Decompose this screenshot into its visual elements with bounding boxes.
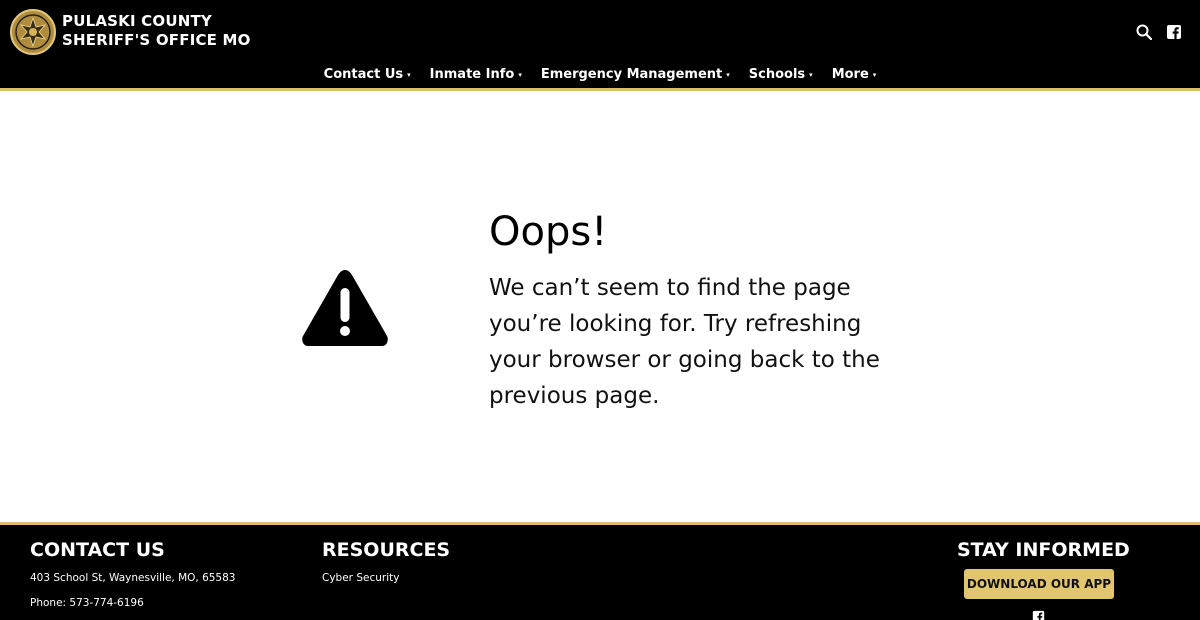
nav-item-schools[interactable]: Schools ▾ <box>749 64 813 86</box>
facebook-icon[interactable] <box>1166 24 1182 40</box>
contact-heading: CONTACT US <box>30 539 165 561</box>
contact-address: 403 School St, Waynesville, MO, 65583 <box>30 572 236 584</box>
stay-informed-heading: STAY INFORMED <box>957 539 1130 561</box>
main-navigation: Contact Us ▾ Inmate Info ▾ Emergency Man… <box>0 64 1200 86</box>
site-title-line2: SHERIFF'S OFFICE MO <box>62 31 251 49</box>
error-message: We can’t seem to find the page you’re lo… <box>489 275 880 409</box>
nav-item-more[interactable]: More ▾ <box>832 64 877 86</box>
nav-item-contact-us[interactable]: Contact Us ▾ <box>324 64 411 86</box>
site-title[interactable]: PULASKI COUNTY SHERIFF'S OFFICE MO <box>62 12 251 50</box>
nav-item-label: Emergency Management <box>540 67 723 82</box>
site-header: PULASKI COUNTY SHERIFF'S OFFICE MO Conta… <box>0 0 1200 88</box>
chevron-down-icon: ▾ <box>518 71 522 79</box>
sheriff-star-icon <box>15 14 51 50</box>
nav-item-inmate-info[interactable]: Inmate Info ▾ <box>430 64 522 86</box>
chevron-down-icon: ▾ <box>407 71 411 79</box>
nav-item-label: Inmate Info <box>429 67 515 82</box>
warning-triangle-icon <box>302 270 388 346</box>
site-footer: CONTACT US 403 School St, Waynesville, M… <box>0 525 1200 620</box>
download-app-button[interactable]: DOWNLOAD OUR APP <box>964 569 1114 599</box>
chevron-down-icon: ▾ <box>809 71 813 79</box>
page-title: Oops! <box>489 209 608 255</box>
site-title-line1: PULASKI COUNTY <box>62 12 212 30</box>
nav-item-label: Contact Us <box>323 67 404 82</box>
resource-link-cyber-security[interactable]: Cyber Security <box>322 572 399 584</box>
chevron-down-icon: ▾ <box>872 71 877 79</box>
chevron-down-icon: ▾ <box>726 71 730 79</box>
nav-item-label: Schools <box>748 67 806 82</box>
header-icons <box>1136 24 1182 40</box>
nav-item-emergency-management[interactable]: Emergency Management ▾ <box>541 64 730 86</box>
facebook-icon[interactable] <box>1032 610 1045 620</box>
sheriff-badge-logo[interactable] <box>10 9 56 55</box>
nav-item-label: More <box>831 67 869 82</box>
header-divider <box>0 88 1200 91</box>
search-icon[interactable] <box>1136 24 1152 40</box>
resources-heading: RESOURCES <box>322 539 451 561</box>
contact-phone: Phone: 573-774-6196 <box>30 597 144 609</box>
